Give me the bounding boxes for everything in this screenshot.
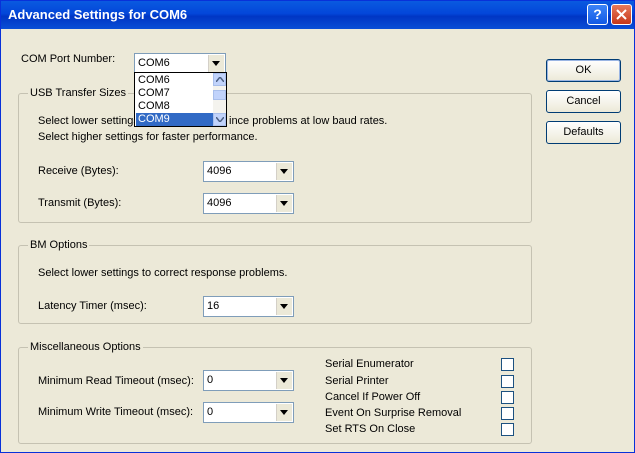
latency-label: Latency Timer (msec): (38, 300, 147, 312)
com-port-value: COM6 (138, 57, 170, 69)
latency-dropdown-button[interactable] (276, 298, 292, 315)
usb-desc-line1-left: Select lower settings (38, 115, 139, 127)
transmit-label: Transmit (Bytes): (38, 197, 122, 209)
min-write-label: Minimum Write Timeout (msec): (38, 406, 194, 418)
rts-on-close-checkbox[interactable] (501, 423, 514, 436)
chevron-down-icon (280, 410, 288, 415)
close-button[interactable] (611, 4, 632, 25)
help-button[interactable]: ? (587, 4, 608, 25)
min-read-label: Minimum Read Timeout (msec): (38, 375, 194, 387)
scroll-down-button[interactable] (213, 113, 226, 126)
chevron-down-icon (280, 169, 288, 174)
usb-legend: USB Transfer Sizes (28, 87, 128, 99)
serial-printer-checkbox[interactable] (501, 375, 514, 388)
misc-legend: Miscellaneous Options (28, 341, 143, 353)
misc-options-group (18, 347, 532, 444)
scroll-up-button[interactable] (213, 73, 226, 86)
min-write-dropdown-button[interactable] (276, 404, 292, 421)
cancel-button[interactable]: Cancel (546, 90, 621, 113)
latency-value: 16 (207, 300, 220, 312)
min-write-value: 0 (207, 406, 214, 418)
min-read-value: 0 (207, 374, 214, 386)
defaults-button[interactable]: Defaults (546, 121, 621, 144)
bm-legend: BM Options (28, 239, 90, 251)
bm-desc: Select lower settings to correct respons… (38, 267, 288, 279)
min-read-dropdown-button[interactable] (276, 372, 292, 389)
transmit-dropdown-button[interactable] (276, 195, 292, 212)
usb-desc-line2: Select higher settings for faster perfor… (38, 131, 258, 143)
latency-select[interactable]: 16 (203, 296, 294, 317)
chevron-down-icon (280, 201, 288, 206)
com-port-option-selected[interactable]: COM9 (136, 113, 214, 126)
advanced-settings-dialog: Advanced Settings for COM6 ? COM Port Nu… (0, 0, 635, 453)
chevron-up-icon (216, 77, 224, 82)
surprise-removal-label: Event On Surprise Removal (325, 407, 462, 419)
window-title: Advanced Settings for COM6 (8, 7, 188, 22)
ok-button[interactable]: OK (546, 59, 621, 82)
surprise-removal-checkbox[interactable] (501, 407, 514, 420)
com-port-select[interactable]: COM6 (134, 53, 226, 74)
min-read-select[interactable]: 0 (203, 370, 294, 391)
serial-enumerator-checkbox[interactable] (501, 358, 514, 371)
com-port-dropdown-list[interactable]: COM6 COM7 COM8 COM9 (134, 72, 227, 127)
dropdown-scrollbar[interactable] (213, 73, 226, 126)
scroll-thumb[interactable] (213, 90, 226, 100)
transmit-select[interactable]: 4096 (203, 193, 294, 214)
receive-dropdown-button[interactable] (276, 163, 292, 180)
chevron-down-icon (212, 61, 220, 66)
serial-enumerator-label: Serial Enumerator (325, 358, 414, 370)
receive-value: 4096 (207, 165, 232, 177)
com-port-option[interactable]: COM7 (136, 87, 214, 100)
close-icon (616, 9, 627, 20)
cancel-power-off-checkbox[interactable] (501, 391, 514, 404)
serial-printer-label: Serial Printer (325, 375, 389, 387)
com-port-dropdown-button[interactable] (208, 55, 224, 72)
title-bar[interactable]: Advanced Settings for COM6 ? (1, 1, 634, 29)
chevron-down-icon (280, 304, 288, 309)
min-write-select[interactable]: 0 (203, 402, 294, 423)
rts-on-close-label: Set RTS On Close (325, 423, 416, 435)
com-port-option[interactable]: COM6 (136, 74, 214, 87)
com-port-label: COM Port Number: (21, 53, 116, 65)
chevron-down-icon (280, 378, 288, 383)
cancel-power-off-label: Cancel If Power Off (325, 391, 421, 403)
receive-label: Receive (Bytes): (38, 165, 119, 177)
transmit-value: 4096 (207, 197, 232, 209)
receive-select[interactable]: 4096 (203, 161, 294, 182)
com-port-option[interactable]: COM8 (136, 100, 214, 113)
usb-desc-line1-right: ince problems at low baud rates. (229, 115, 388, 127)
chevron-down-icon (216, 117, 224, 122)
